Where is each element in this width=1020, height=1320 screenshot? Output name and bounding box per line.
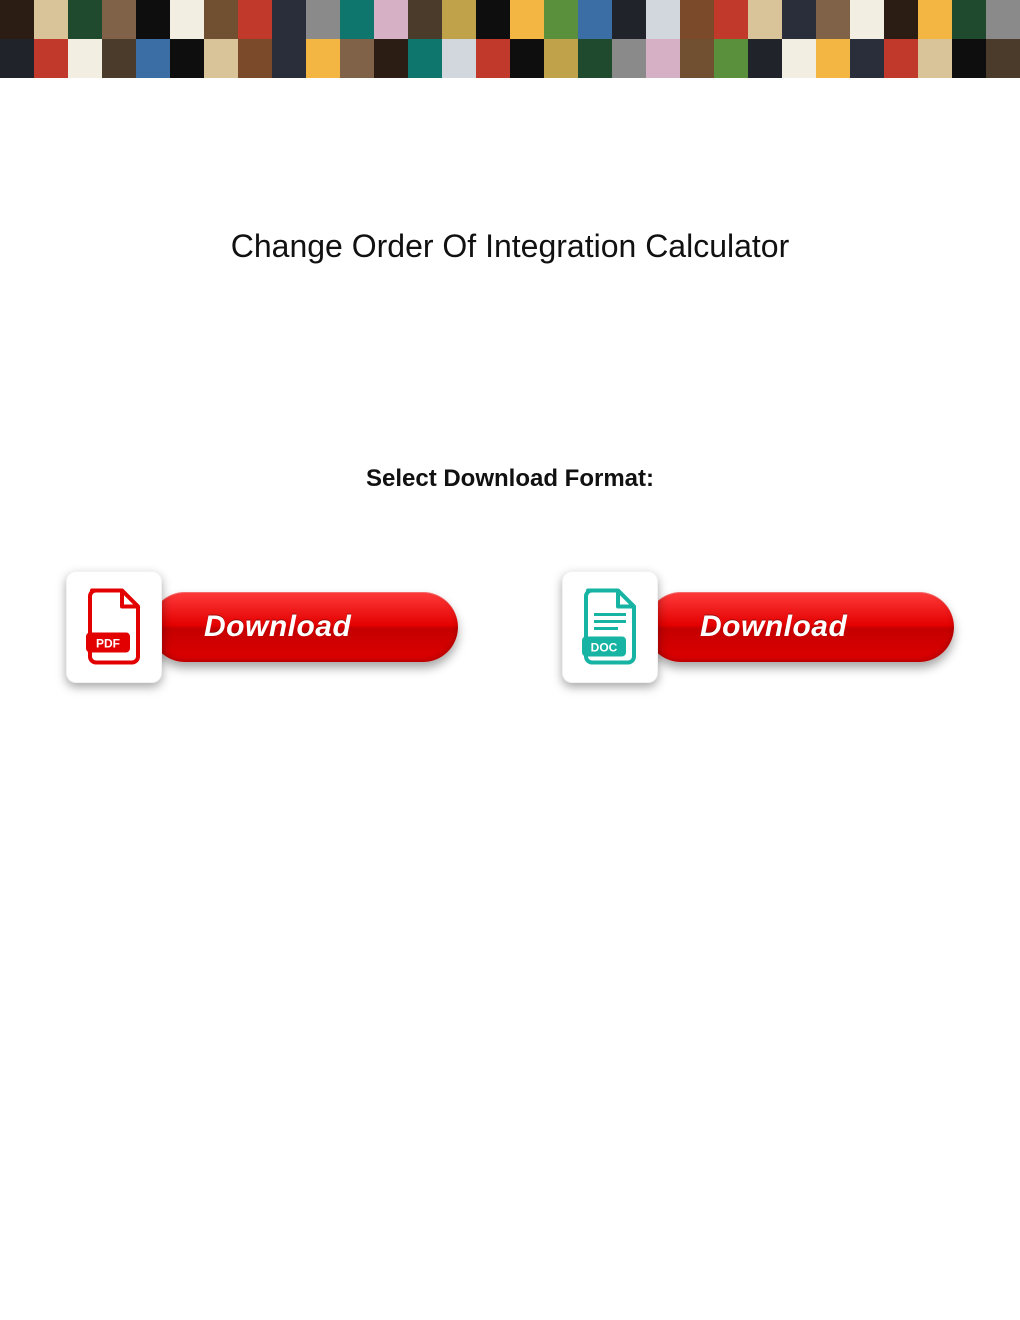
pdf-file-icon: PDF bbox=[66, 571, 162, 683]
download-option-doc: DOC Download bbox=[562, 571, 954, 683]
download-option-pdf: PDF Download bbox=[66, 571, 458, 683]
download-doc-button[interactable]: Download bbox=[646, 592, 954, 662]
media-collage-banner bbox=[0, 0, 1020, 78]
download-pdf-button[interactable]: Download bbox=[150, 592, 458, 662]
download-pdf-button-label: Download bbox=[204, 610, 351, 644]
download-options-row: PDF Download DOC Download bbox=[66, 571, 954, 683]
download-doc-button-label: Download bbox=[700, 610, 847, 644]
doc-badge-text: DOC bbox=[591, 640, 618, 654]
select-download-format-label: Select Download Format: bbox=[0, 465, 1020, 493]
doc-file-icon: DOC bbox=[562, 571, 658, 683]
page-title: Change Order Of Integration Calculator bbox=[0, 228, 1020, 265]
pdf-badge-text: PDF bbox=[96, 636, 120, 650]
